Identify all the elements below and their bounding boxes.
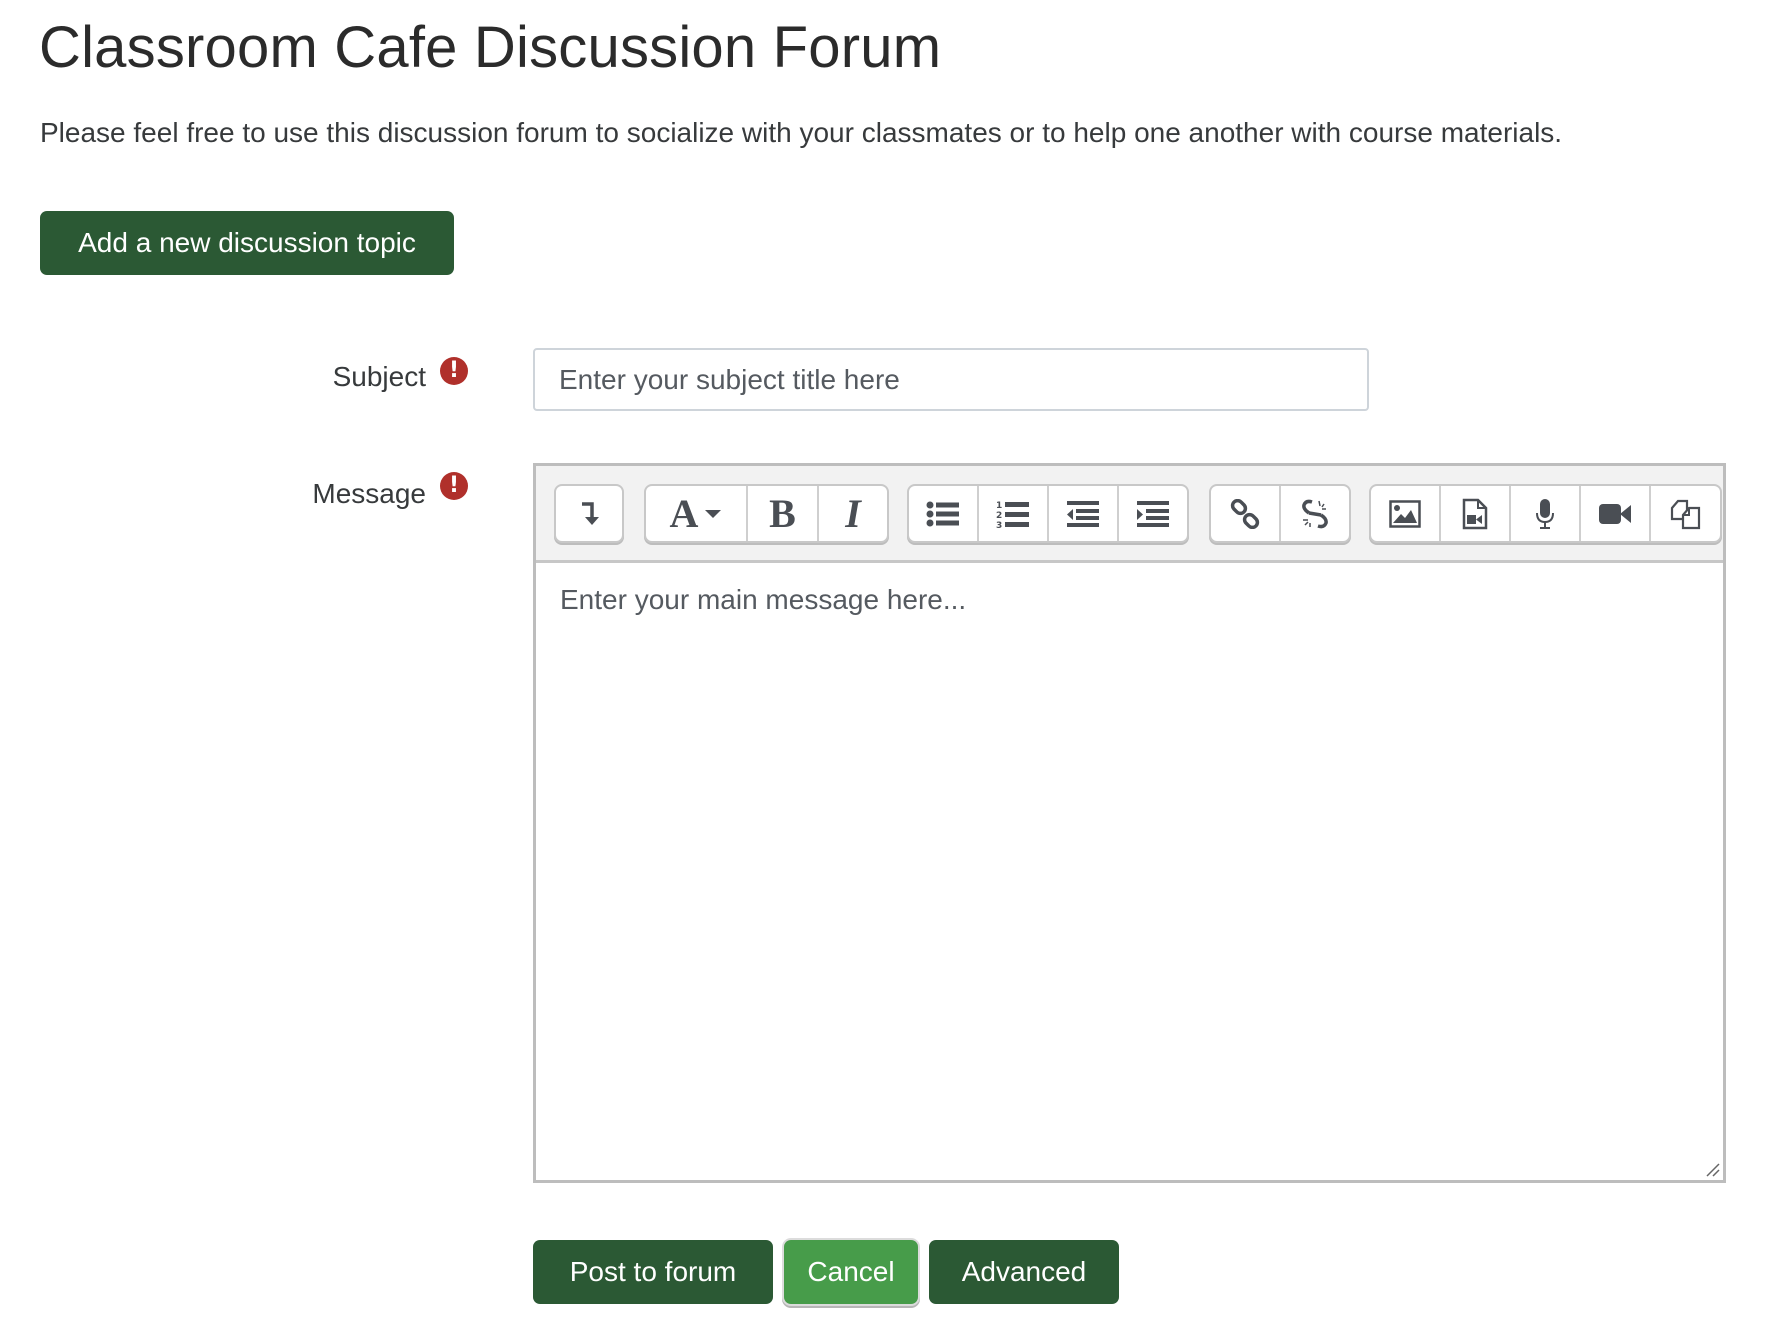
required-exclamation-icon: ! bbox=[440, 472, 468, 500]
svg-text:1: 1 bbox=[996, 501, 1002, 511]
subject-input[interactable] bbox=[533, 348, 1369, 411]
message-label: Message bbox=[312, 478, 426, 509]
advanced-button[interactable]: Advanced bbox=[929, 1240, 1119, 1304]
files-icon bbox=[1670, 499, 1700, 529]
page-title: Classroom Cafe Discussion Forum bbox=[39, 15, 942, 80]
subject-label: Subject bbox=[332, 361, 426, 392]
bullet-list-icon bbox=[926, 501, 959, 526]
show-more-buttons-button[interactable] bbox=[556, 486, 622, 541]
italic-button[interactable]: I bbox=[819, 486, 887, 541]
add-discussion-topic-button[interactable]: Add a new discussion topic bbox=[40, 211, 454, 275]
link-icon bbox=[1230, 498, 1260, 529]
indent-button[interactable] bbox=[1119, 486, 1187, 541]
font-style-button[interactable]: A bbox=[646, 486, 748, 541]
link-button[interactable] bbox=[1211, 486, 1281, 541]
required-exclamation-icon: ! bbox=[440, 357, 468, 385]
bold-icon: B bbox=[769, 491, 796, 536]
image-icon bbox=[1389, 499, 1421, 528]
caret-down-icon bbox=[705, 509, 722, 518]
unlink-icon bbox=[1302, 499, 1328, 528]
page-description: Please feel free to use this discussion … bbox=[40, 117, 1563, 148]
svg-text:3: 3 bbox=[996, 521, 1002, 529]
svg-text:2: 2 bbox=[996, 511, 1002, 521]
insert-image-button[interactable] bbox=[1371, 486, 1441, 541]
unlink-button[interactable] bbox=[1281, 486, 1349, 541]
numbered-list-icon: 1 2 3 bbox=[996, 501, 1029, 529]
outdent-icon bbox=[1067, 500, 1099, 527]
unordered-list-button[interactable] bbox=[909, 486, 979, 541]
message-editor: A B I 1 2 3 bbox=[533, 463, 1726, 1183]
microphone-icon bbox=[1536, 498, 1554, 529]
level-down-arrow-icon bbox=[582, 501, 599, 525]
editor-toolbar: A B I 1 2 3 bbox=[536, 466, 1723, 563]
italic-icon: I bbox=[845, 491, 861, 536]
record-audio-button[interactable] bbox=[1511, 486, 1581, 541]
post-to-forum-button[interactable]: Post to forum bbox=[533, 1240, 773, 1304]
cancel-button[interactable]: Cancel bbox=[784, 1240, 918, 1304]
message-textarea[interactable] bbox=[536, 566, 1723, 1180]
toolbar-group-lists: 1 2 3 bbox=[907, 484, 1189, 543]
resize-handle-icon[interactable] bbox=[1704, 1161, 1720, 1177]
video-camera-icon bbox=[1599, 503, 1631, 524]
outdent-button[interactable] bbox=[1049, 486, 1119, 541]
font-icon: A bbox=[669, 491, 699, 536]
file-video-icon bbox=[1462, 498, 1488, 529]
toolbar-group-style: A B I bbox=[644, 484, 889, 543]
toolbar-group-media bbox=[1369, 484, 1722, 543]
insert-media-button[interactable] bbox=[1441, 486, 1511, 541]
toolbar-group-links bbox=[1209, 484, 1351, 543]
ordered-list-button[interactable]: 1 2 3 bbox=[979, 486, 1049, 541]
indent-icon bbox=[1137, 500, 1169, 527]
manage-files-button[interactable] bbox=[1651, 486, 1720, 541]
record-video-button[interactable] bbox=[1581, 486, 1651, 541]
bold-button[interactable]: B bbox=[748, 486, 819, 541]
toolbar-group-more bbox=[554, 484, 624, 543]
